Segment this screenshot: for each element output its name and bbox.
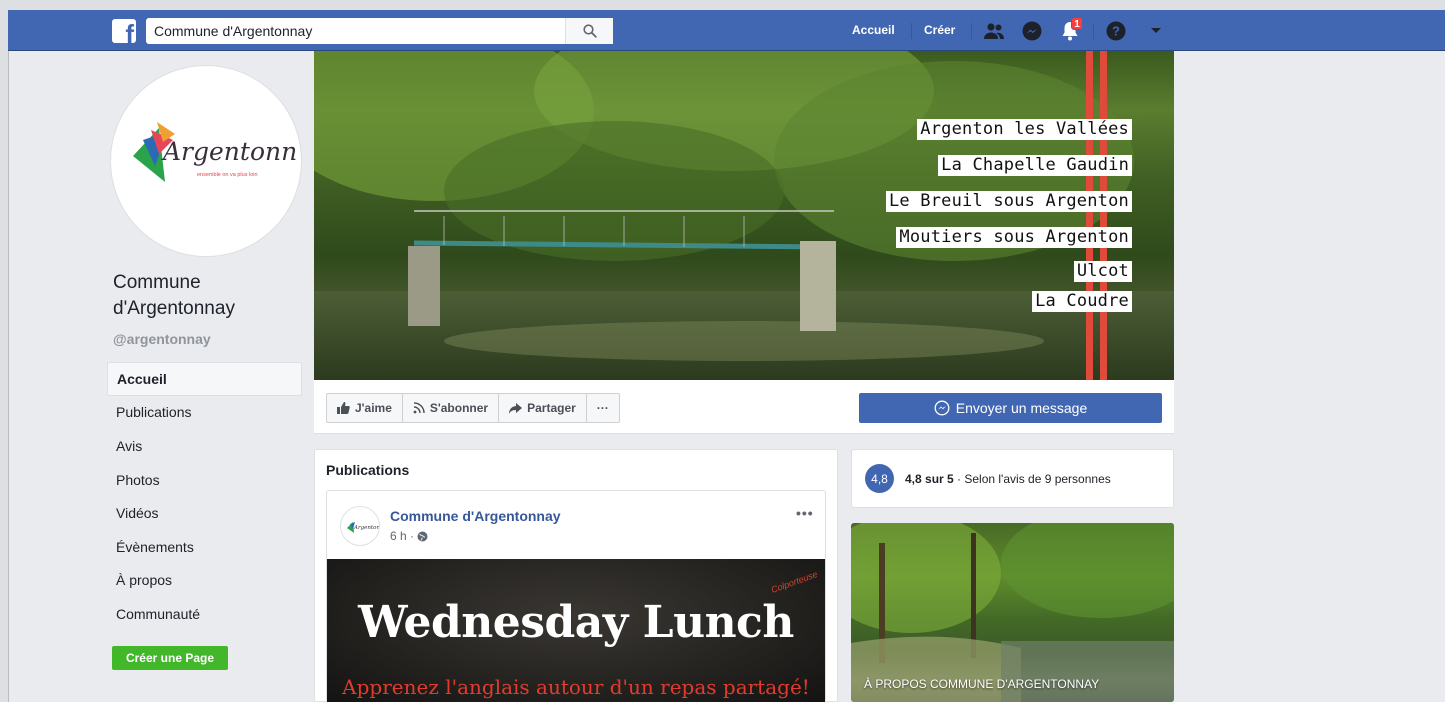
page-sidebar-nav: Accueil Publications Avis Photos Vidéos … [107,362,302,631]
post-time-text: 6 h · [390,529,415,543]
sidebar-item-community[interactable]: Communauté [107,597,302,631]
send-message-button[interactable]: Envoyer un message [859,393,1162,423]
sidebar-item-events[interactable]: Évènements [107,530,302,564]
notification-badge: 1 [1071,17,1083,30]
like-button-label: J'aime [355,401,392,415]
cover-location-label: Le Breuil sous Argenton [885,191,1132,212]
cover-location-label: Ulcot [1073,261,1132,282]
send-message-label: Envoyer un message [955,400,1088,416]
search-icon [582,24,597,38]
rating-score-badge[interactable]: 4,8 [865,464,894,493]
post-image[interactable]: Colporteuse Wednesday Lunch Apprenez l'a… [327,559,825,702]
cover-location-label: La Coudre [1032,291,1132,312]
rating-summary-bold: 4,8 sur 5 [905,472,954,486]
share-button-label: Partager [527,401,576,415]
post-options-button[interactable]: ••• [796,505,814,521]
messenger-icon[interactable] [1021,20,1043,42]
search-button[interactable] [565,18,613,44]
nav-create-link[interactable]: Créer [924,23,955,37]
sidebar-item-photos[interactable]: Photos [107,463,302,497]
page-profile-picture[interactable]: Argentonnay ensemble on va plus loin [111,66,301,256]
share-page-button[interactable]: Partager [499,394,587,422]
post-image-subtitle: Apprenez l'anglais autour d'un repas par… [342,675,810,699]
cover-landscape-image [314,51,1174,380]
post-timestamp[interactable]: 6 h · [390,529,428,543]
about-landscape-image [851,523,1174,702]
post-author-name[interactable]: Commune d'Argentonnay [390,508,561,524]
thumbs-up-icon [337,402,350,414]
top-navbar: f Commune d'Argentonnay Accueil Créer 1 … [8,10,1445,51]
follow-button-label: S'abonner [429,401,489,415]
messenger-icon [934,400,950,416]
sidebar-item-videos[interactable]: Vidéos [107,496,302,530]
rating-summary-rest: · Selon l'avis de 9 personnes [953,472,1111,486]
cover-location-label: Moutiers sous Argenton [896,227,1132,248]
page-action-buttons: J'aime S'abonner Partager ··· [326,393,620,423]
nav-separator [911,23,912,39]
publications-heading[interactable]: Publications [326,462,409,478]
argentonnay-logo: Argentonnay ensemble on va plus loin [133,122,297,182]
sidebar-item-reviews[interactable]: Avis [107,429,302,463]
cover-photo[interactable]: Argenton les Vallées La Chapelle Gaudin … [314,51,1174,380]
help-icon[interactable]: ? [1105,20,1127,42]
page-handle[interactable]: @argentonnay [113,331,211,347]
create-page-button[interactable]: Créer une Page [112,646,228,670]
post-author-avatar[interactable]: Argentonnay [340,506,380,546]
page-title[interactable]: Commune d'Argentonnay [113,270,298,322]
sidebar-item-home[interactable]: Accueil [107,362,302,396]
post-image-title: Wednesday Lunch [358,597,794,648]
svg-text:ensemble on va plus loin: ensemble on va plus loin [197,172,258,178]
nav-separator [1093,23,1094,39]
more-dots-icon: ··· [596,401,609,415]
rating-summary[interactable]: 4,8 sur 5 · Selon l'avis de 9 personnes [905,472,1111,486]
more-options-button[interactable]: ··· [587,394,619,422]
nav-home-link[interactable]: Accueil [852,23,895,37]
svg-text:?: ? [1112,24,1120,39]
notifications-icon[interactable]: 1 [1059,17,1083,42]
sidebar-item-about[interactable]: À propos [107,564,302,598]
about-card-photo[interactable] [851,523,1174,702]
like-page-button[interactable]: J'aime [327,394,403,422]
svg-text:Argentonnay: Argentonnay [353,525,380,531]
nav-separator [971,23,972,39]
post-image-brand: Colporteuse [770,569,820,595]
friend-requests-icon[interactable] [983,20,1005,42]
sidebar-item-publications[interactable]: Publications [107,396,302,430]
about-card-label[interactable]: À PROPOS COMMUNE D'ARGENTONNAY [864,677,1099,691]
facebook-logo-icon[interactable]: f [112,19,136,43]
search-input[interactable]: Commune d'Argentonnay [146,18,613,44]
rss-follow-icon [413,402,425,414]
cover-location-label: La Chapelle Gaudin [938,155,1132,176]
cover-location-label: Argenton les Vallées [917,119,1132,140]
follow-page-button[interactable]: S'abonner [403,394,500,422]
share-arrow-icon [509,402,523,414]
globe-privacy-icon [417,531,428,541]
svg-text:Argentonnay: Argentonnay [161,137,297,166]
account-menu-chevron-down-icon[interactable] [1145,20,1167,42]
